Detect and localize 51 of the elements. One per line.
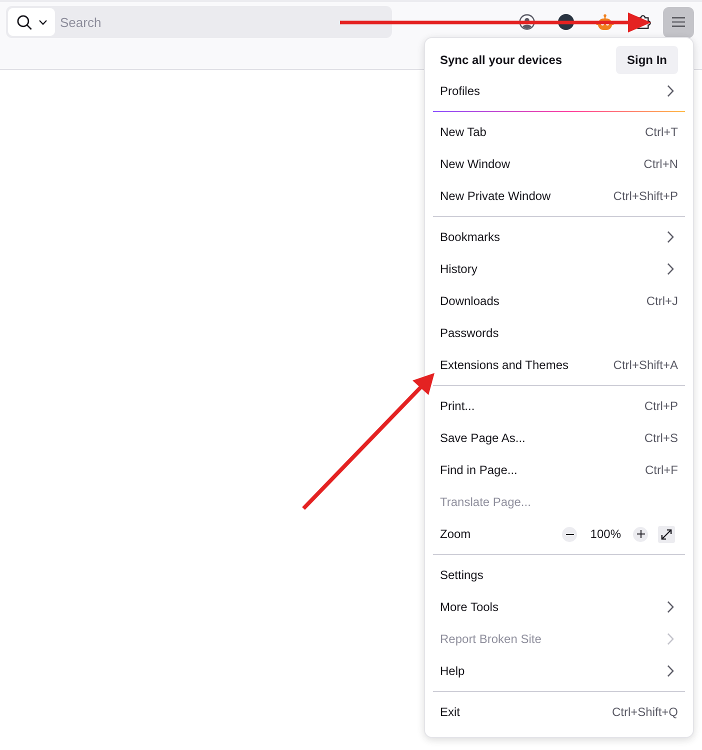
chevron-right-icon <box>667 85 674 97</box>
puzzle-icon[interactable] <box>637 15 651 29</box>
menu-item[interactable]: Help <box>425 655 693 687</box>
menu-item[interactable]: Settings <box>425 559 693 591</box>
plus-icon <box>636 530 644 538</box>
shortcut-text: Ctrl+T <box>645 125 678 139</box>
chevron-right-icon <box>667 665 674 677</box>
menu-item[interactable]: Find in Page... Ctrl+F <box>425 454 693 486</box>
shortcut-text: Ctrl+Shift+Q <box>612 705 678 719</box>
search-bar[interactable]: Search <box>6 6 392 38</box>
menu-item[interactable]: Profiles <box>425 75 693 107</box>
shortcut-text: Ctrl+P <box>644 399 678 413</box>
menu-item[interactable]: More Tools <box>425 591 693 623</box>
chevron-right-icon <box>667 231 674 243</box>
menu-item[interactable]: Bookmarks <box>425 221 693 253</box>
chevron-down-icon <box>38 20 46 24</box>
sync-title: Sync all your devices <box>440 52 562 66</box>
fullscreen-button[interactable] <box>658 526 675 542</box>
menu-item[interactable]: Exit Ctrl+Shift+Q <box>425 696 693 728</box>
zoom-level-button[interactable]: 100% <box>590 527 621 541</box>
shortcut-text: Ctrl+Shift+A <box>613 358 678 372</box>
menu-item[interactable]: New Private Window Ctrl+Shift+P <box>425 180 693 212</box>
menu-icon <box>672 17 685 27</box>
menu-item[interactable]: Extensions and Themes Ctrl+Shift+A <box>425 349 693 381</box>
zoom-in-button[interactable] <box>633 526 648 542</box>
chevron-right-icon <box>667 263 674 275</box>
zoom-label: Zoom <box>440 527 472 541</box>
robot-icon[interactable] <box>596 14 614 30</box>
circle-icon[interactable] <box>558 14 574 30</box>
menu-button[interactable] <box>663 6 694 38</box>
expand-arrows-icon <box>661 528 672 540</box>
shortcut-text: Ctrl+F <box>645 463 678 477</box>
menu-item[interactable]: Passwords <box>425 317 693 349</box>
shortcut-text: Ctrl+S <box>644 431 678 445</box>
chevron-right-icon <box>667 601 674 613</box>
search-engine-button[interactable] <box>8 8 55 36</box>
chevron-right-icon <box>667 633 674 645</box>
shortcut-text: Ctrl+N <box>644 157 678 171</box>
menu-item[interactable]: New Window Ctrl+N <box>425 148 693 180</box>
account-icon[interactable] <box>519 14 535 30</box>
menu-item[interactable]: History <box>425 253 693 285</box>
search-field[interactable]: Search <box>55 8 390 36</box>
sign-in-button[interactable]: Sign In <box>616 46 678 74</box>
search-icon <box>16 14 32 30</box>
menu-item[interactable]: Print... Ctrl+P <box>425 390 693 422</box>
menu-item[interactable]: Downloads Ctrl+J <box>425 285 693 317</box>
shortcut-text: Ctrl+Shift+P <box>613 189 678 203</box>
shortcut-text: Ctrl+J <box>646 294 678 308</box>
zoom-out-button[interactable] <box>562 526 578 542</box>
menu-item[interactable]: Save Page As... Ctrl+S <box>425 422 693 454</box>
menu-item[interactable]: New Tab Ctrl+T <box>425 116 693 148</box>
